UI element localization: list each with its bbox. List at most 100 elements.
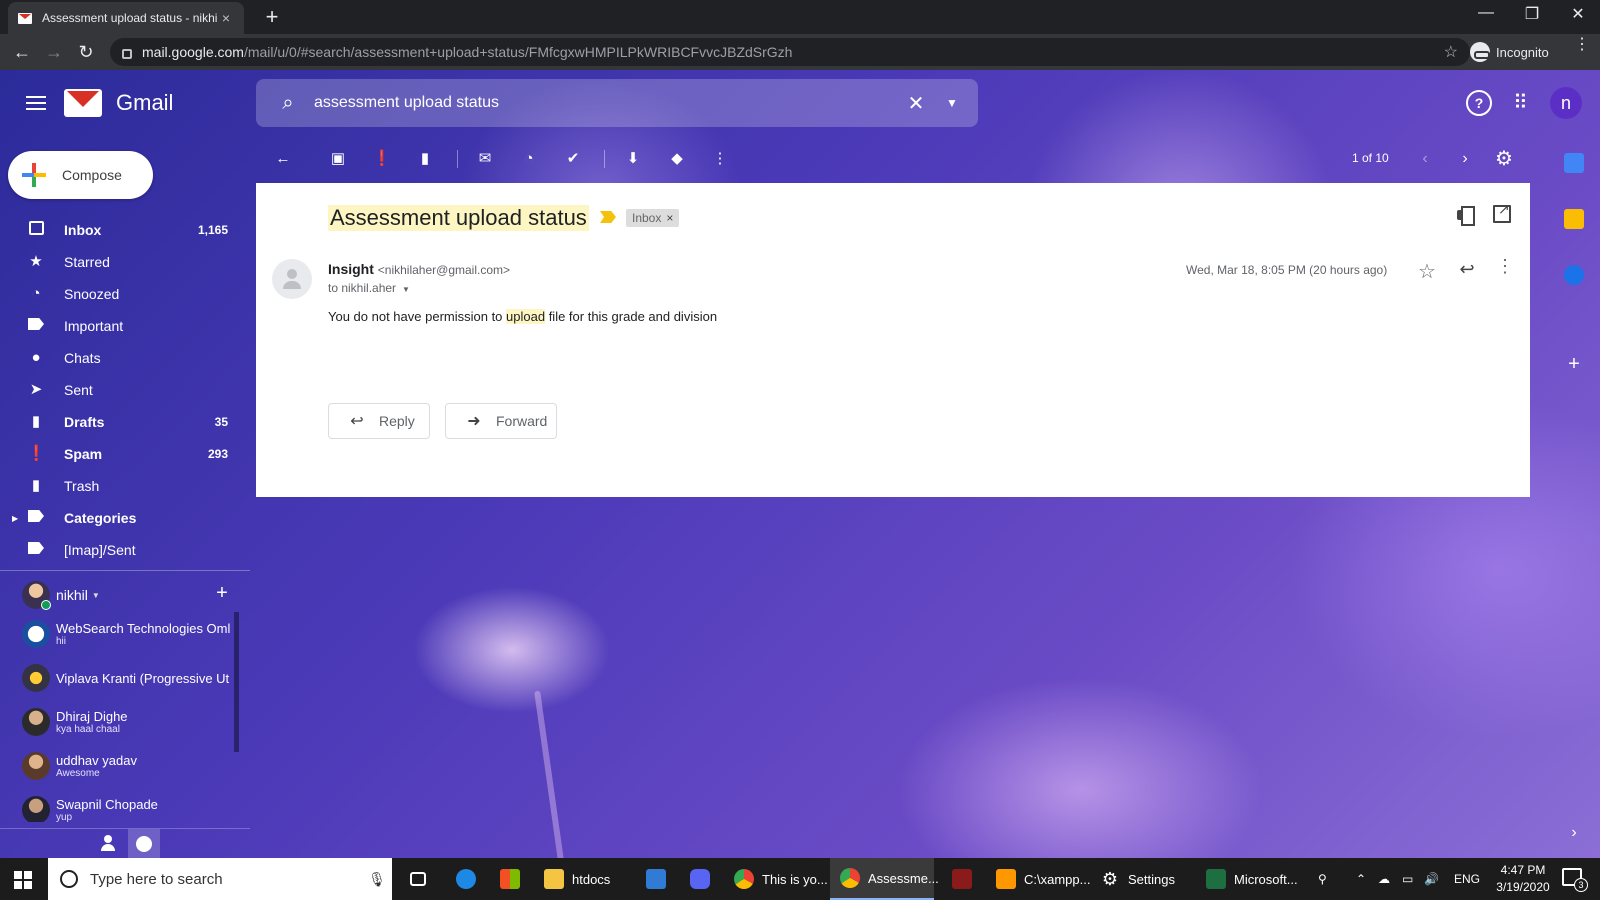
contacts-person-icon[interactable] xyxy=(100,835,116,851)
people-icon[interactable]: ⚲ xyxy=(1318,858,1327,900)
show-details-chevron-icon[interactable]: ▼ xyxy=(402,285,410,294)
taskbar-search-input[interactable]: Type here to search xyxy=(90,871,362,888)
main-menu-icon[interactable] xyxy=(26,96,46,110)
gmail-logo-icon[interactable] xyxy=(64,89,102,117)
mail-search-bar[interactable]: ⌕ assessment upload status ✕ ▼ xyxy=(256,79,978,127)
more-options-icon[interactable]: ⋮ xyxy=(709,148,731,170)
expand-caret-icon[interactable]: ▶ xyxy=(12,514,18,523)
taskbar-app-settings[interactable]: ⚙ Settings xyxy=(1090,858,1190,900)
edge-icon[interactable] xyxy=(446,858,486,900)
forward-arrow-icon[interactable]: → xyxy=(42,41,66,63)
account-avatar[interactable]: n xyxy=(1550,87,1582,119)
address-bar[interactable]: mail.google.com/mail/u/0/#search/assessm… xyxy=(110,38,1470,66)
get-addons-plus-icon[interactable]: + xyxy=(1564,354,1584,374)
restore-button[interactable]: ❐ xyxy=(1512,4,1552,24)
search-options-icon[interactable]: ▼ xyxy=(934,96,970,110)
older-chevron-right-icon[interactable]: › xyxy=(1455,148,1475,170)
onedrive-icon[interactable]: ☁ xyxy=(1378,858,1390,900)
browser-menu-icon[interactable]: ⋮ xyxy=(1574,37,1590,53)
task-view-icon[interactable] xyxy=(404,858,434,900)
show-hidden-icons-chevron-icon[interactable]: ⌃ xyxy=(1356,858,1366,900)
volume-icon[interactable]: 🔊 xyxy=(1424,858,1439,900)
forward-button[interactable]: ➜ Forward xyxy=(445,403,557,439)
sidebar-item-inbox[interactable]: Inbox 1,165 xyxy=(0,214,250,246)
label-icon[interactable]: ◆ xyxy=(666,148,688,170)
taskbar-app-chrome-2[interactable]: Assessme... xyxy=(830,858,939,900)
taskbar-search[interactable]: Type here to search 🎙 xyxy=(48,858,392,900)
taskbar-app-chrome-1[interactable]: This is yo... xyxy=(724,858,828,900)
contact-item[interactable]: WebSearch Technologies Oml hii xyxy=(22,612,240,656)
search-icon[interactable]: ⌕ xyxy=(266,92,310,115)
settings-gear-icon[interactable]: ⚙ xyxy=(1492,147,1516,171)
sidebar-item-starred[interactable]: ★ Starred xyxy=(0,246,250,278)
action-center-icon[interactable]: 3 xyxy=(1562,868,1588,892)
sender-name[interactable]: Insight xyxy=(328,261,374,277)
contact-item[interactable]: Viplava Kranti (Progressive Ut xyxy=(22,656,240,700)
microphone-icon[interactable]: 🎙 xyxy=(362,871,392,888)
discord-icon[interactable] xyxy=(680,858,720,900)
sidebar-item-chats[interactable]: ● Chats xyxy=(0,342,250,374)
reload-icon[interactable]: ↻ xyxy=(74,41,98,63)
message-more-icon[interactable]: ⋮ xyxy=(1496,257,1514,275)
tab-close-icon[interactable]: × xyxy=(218,10,234,26)
delete-icon[interactable]: ▮ xyxy=(414,148,436,170)
new-chat-plus-icon[interactable]: + xyxy=(212,582,232,605)
compose-button[interactable]: Compose xyxy=(8,151,153,199)
importance-marker-icon[interactable] xyxy=(600,211,616,223)
remove-label-icon[interactable]: × xyxy=(666,211,673,225)
contacts-scrollbar[interactable] xyxy=(234,612,239,752)
keep-icon[interactable] xyxy=(1564,209,1584,229)
clear-search-icon[interactable]: ✕ xyxy=(898,91,934,116)
sidebar-item-imap-sent[interactable]: [Imap]/Sent xyxy=(0,534,250,566)
language-indicator[interactable]: ENG xyxy=(1454,858,1480,900)
sidebar-item-snoozed[interactable]: ◔ Snoozed xyxy=(0,278,250,310)
contact-item[interactable]: Swapnil Chopade yup xyxy=(22,788,240,822)
taskbar-app-excel[interactable]: Microsoft... xyxy=(1196,858,1304,900)
print-icon[interactable] xyxy=(1456,205,1476,226)
back-to-search-icon[interactable]: ← xyxy=(272,148,294,170)
newer-chevron-left-icon[interactable]: ‹ xyxy=(1415,148,1435,170)
contact-item[interactable]: uddhav yadav Awesome xyxy=(22,744,240,788)
archive-icon[interactable]: ▣ xyxy=(327,148,349,170)
close-window-button[interactable]: ✕ xyxy=(1558,4,1598,24)
apps-grid-icon[interactable]: ⠿ xyxy=(1507,90,1533,116)
back-arrow-icon[interactable]: ← xyxy=(10,41,34,63)
search-input[interactable]: assessment upload status xyxy=(310,94,898,112)
game-app-icon[interactable] xyxy=(942,858,982,900)
store-icon[interactable] xyxy=(490,858,530,900)
tasks-icon[interactable] xyxy=(1564,265,1584,285)
new-tab-button[interactable]: + xyxy=(260,4,284,30)
expand-panel-chevron-icon[interactable]: › xyxy=(1564,823,1584,843)
move-to-icon[interactable]: ⬇ xyxy=(622,148,644,170)
gmail-logo-text[interactable]: Gmail xyxy=(116,90,173,116)
open-new-window-icon[interactable] xyxy=(1493,201,1511,223)
bookmark-star-icon[interactable]: ☆ xyxy=(1444,42,1458,62)
minimize-button[interactable]: — xyxy=(1466,4,1506,22)
sidebar-item-spam[interactable]: ❗ Spam 293 xyxy=(0,438,250,470)
incognito-indicator[interactable]: Incognito xyxy=(1470,40,1549,64)
taskbar-app-htdocs[interactable]: htdocs xyxy=(534,858,624,900)
star-icon[interactable]: ☆ xyxy=(1416,259,1438,284)
system-clock[interactable]: 4:47 PM 3/19/2020 xyxy=(1488,862,1558,896)
windows-start-icon[interactable] xyxy=(14,871,32,889)
calendar-icon[interactable] xyxy=(1564,153,1584,173)
help-icon[interactable]: ? xyxy=(1466,90,1492,116)
reply-arrow-icon[interactable]: ↩ xyxy=(1456,259,1478,280)
sidebar-item-important[interactable]: Important xyxy=(0,310,250,342)
sidebar-item-trash[interactable]: ▮ Trash xyxy=(0,470,250,502)
hangouts-user[interactable]: nikhil ▼ xyxy=(22,580,242,610)
mail-app-icon[interactable] xyxy=(636,858,676,900)
contact-item[interactable]: Dhiraj Dighe kya haal chaal xyxy=(22,700,240,744)
snooze-icon[interactable]: ◔ xyxy=(518,148,540,170)
reply-button[interactable]: ↩ Reply xyxy=(328,403,430,439)
report-spam-icon[interactable]: ❗ xyxy=(371,148,393,170)
taskbar-app-sublime[interactable]: C:\xampp... xyxy=(986,858,1090,900)
mark-unread-icon[interactable]: ✉ xyxy=(474,148,496,170)
hangouts-chat-tab[interactable] xyxy=(128,829,160,859)
add-to-tasks-icon[interactable]: ✔ xyxy=(562,148,584,170)
browser-tab[interactable]: Assessment upload status - nikhil × xyxy=(8,2,244,34)
sidebar-item-sent[interactable]: ➤ Sent xyxy=(0,374,250,406)
network-icon[interactable]: ▭ xyxy=(1402,858,1413,900)
sidebar-item-categories[interactable]: ▶ Categories xyxy=(0,502,250,534)
sidebar-item-drafts[interactable]: ▮ Drafts 35 xyxy=(0,406,250,438)
